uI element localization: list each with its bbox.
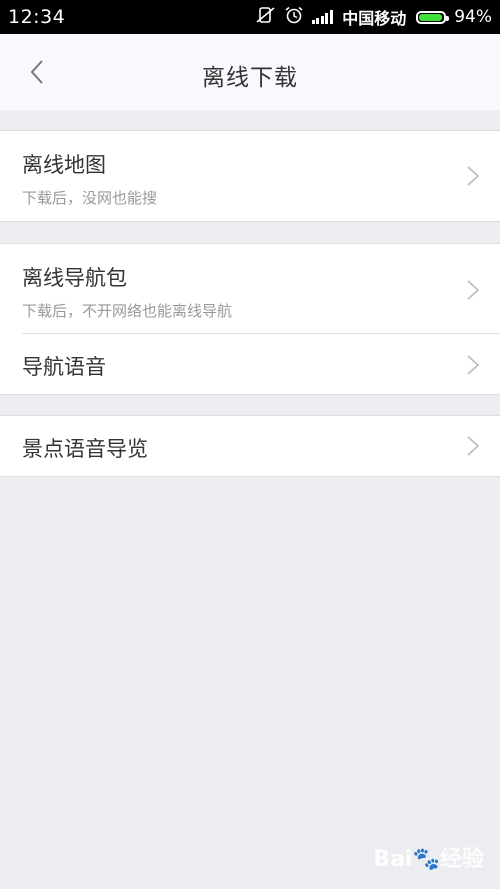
offline-map-title: 离线地图 [22, 153, 106, 177]
paw-icon: 🐾 [412, 847, 440, 872]
carrier-name: 中国移动 [342, 9, 407, 28]
section-offline-map: 离线地图 下载后，没网也能搜 [0, 130, 500, 222]
offline-nav-package-item[interactable]: 离线导航包 下载后，不开网络也能离线导航 [0, 244, 500, 334]
offline-map-subtitle: 下载后，没网也能搜 [22, 189, 158, 207]
offline-nav-package-title: 离线导航包 [22, 266, 127, 290]
status-icons: 中国移动 94% [248, 0, 492, 34]
scenic-voice-guide-item[interactable]: 景点语音导览 [0, 416, 500, 476]
chevron-right-icon [467, 166, 480, 186]
watermark-brand: Bai [373, 847, 413, 872]
chevron-right-icon [467, 280, 480, 300]
scenic-voice-guide-title: 景点语音导览 [22, 437, 148, 461]
watermark-suffix: 经验 [439, 847, 484, 872]
chevron-right-icon [467, 355, 480, 375]
battery-icon [416, 10, 450, 24]
offline-map-item[interactable]: 离线地图 下载后，没网也能搜 [0, 131, 500, 221]
baidu-watermark: Bai🐾经验 [373, 841, 484, 873]
nav-voice-item[interactable]: 导航语音 [0, 334, 500, 394]
section-navigation: 离线导航包 下载后，不开网络也能离线导航 导航语音 [0, 243, 500, 395]
battery-fill [419, 13, 442, 21]
signal-icon [311, 10, 335, 24]
mute-icon [256, 6, 276, 28]
section-scenic-guide: 景点语音导览 [0, 415, 500, 477]
status-time: 12:34 [8, 6, 66, 28]
battery-percent: 94% [454, 7, 492, 27]
chevron-right-icon [467, 436, 480, 456]
offline-nav-package-subtitle: 下载后，不开网络也能离线导航 [22, 302, 233, 320]
navigation-header: 离线下载 [0, 34, 500, 110]
nav-voice-title: 导航语音 [22, 355, 106, 379]
status-bar: 12:34 中国移动 94% [0, 0, 500, 34]
alarm-icon [284, 6, 304, 28]
page-title: 离线下载 [202, 65, 298, 91]
